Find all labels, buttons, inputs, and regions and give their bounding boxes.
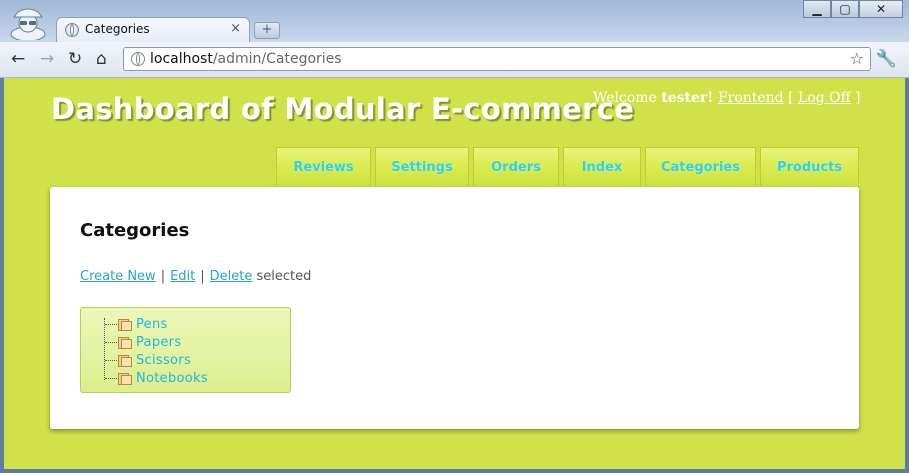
browser-titlebar: Categories × + ▁ ▢ ✕: [0, 0, 909, 43]
minimize-button[interactable]: ▁: [803, 0, 831, 18]
welcome-text: Welcome: [593, 90, 657, 106]
maximize-button[interactable]: ▢: [831, 0, 859, 18]
globe-icon: [65, 23, 79, 37]
edit-link[interactable]: Edit: [170, 269, 195, 284]
username: tester!: [661, 90, 714, 106]
separator: |: [160, 269, 166, 284]
category-actions: Create New | Edit | Delete selected: [80, 269, 311, 284]
folder-icon: [118, 372, 132, 385]
home-icon[interactable]: ⌂: [96, 50, 107, 68]
page-title: Categories: [80, 220, 190, 241]
new-tab-button[interactable]: +: [254, 22, 280, 39]
login-status: Welcome tester! Frontend [ Log Off ]: [593, 90, 861, 106]
folder-icon: [118, 318, 132, 331]
window-controls: ▁ ▢ ✕: [803, 0, 903, 19]
category-tree: Pens Papers Scissors Notebooks: [80, 307, 291, 393]
menu-item-orders[interactable]: Orders: [473, 147, 559, 186]
bracket-close: ]: [855, 90, 861, 106]
tree-branch: [105, 359, 117, 361]
back-icon[interactable]: ←: [11, 50, 25, 68]
menu-item-categories[interactable]: Categories: [645, 147, 756, 186]
globe-icon: [131, 52, 145, 66]
reload-icon[interactable]: ↻: [68, 50, 82, 68]
forward-icon[interactable]: →: [40, 50, 54, 68]
browser-tab[interactable]: Categories ×: [56, 17, 250, 43]
content-panel: Categories Create New | Edit | Delete select…: [50, 187, 859, 429]
delete-link[interactable]: Delete: [210, 269, 253, 284]
menu-item-products[interactable]: Products: [760, 147, 859, 186]
selected-text: selected: [256, 269, 312, 284]
menu-item-settings[interactable]: Settings: [375, 147, 469, 186]
tree-item-label[interactable]: Papers: [136, 335, 181, 350]
wrench-icon[interactable]: 🔧: [876, 49, 897, 69]
tab-title: Categories: [85, 22, 150, 36]
close-tab-icon[interactable]: ×: [230, 21, 241, 36]
separator: |: [200, 269, 205, 284]
bracket-open: [: [788, 90, 794, 106]
url-text: localhost/admin/Categories: [150, 51, 342, 67]
frontend-link[interactable]: Frontend: [718, 90, 784, 106]
tree-branch: [105, 377, 117, 379]
folder-icon: [118, 336, 132, 349]
tree-item-label[interactable]: Notebooks: [136, 371, 208, 386]
logoff-link[interactable]: Log Off: [798, 90, 851, 106]
bookmark-star-icon[interactable]: ☆: [850, 49, 864, 68]
tree-item[interactable]: Pens: [97, 315, 168, 333]
tree-item[interactable]: Papers: [97, 333, 181, 351]
incognito-icon: [10, 8, 46, 40]
main-menu: Reviews Settings Orders Index Categories…: [276, 147, 859, 186]
tree-branch: [105, 323, 117, 325]
tree-item[interactable]: Notebooks: [97, 369, 208, 387]
tree-item[interactable]: Scissors: [97, 351, 191, 369]
menu-item-index[interactable]: Index: [563, 147, 641, 186]
tree-item-label[interactable]: Pens: [136, 317, 168, 332]
tree-branch: [105, 341, 117, 343]
folder-icon: [118, 354, 132, 367]
address-bar[interactable]: localhost/admin/Categories ☆: [123, 47, 871, 71]
site-title: Dashboard of Modular E-commerce: [51, 92, 635, 126]
tree-item-label[interactable]: Scissors: [136, 353, 191, 368]
menu-item-reviews[interactable]: Reviews: [276, 147, 371, 186]
browser-toolbar: ← → ↻ ⌂ localhost/admin/Categories ☆ 🔧: [0, 42, 909, 78]
close-window-button[interactable]: ✕: [859, 0, 903, 18]
page-body: Dashboard of Modular E-commerce Welcome …: [4, 78, 905, 469]
create-new-link[interactable]: Create New: [80, 269, 156, 284]
